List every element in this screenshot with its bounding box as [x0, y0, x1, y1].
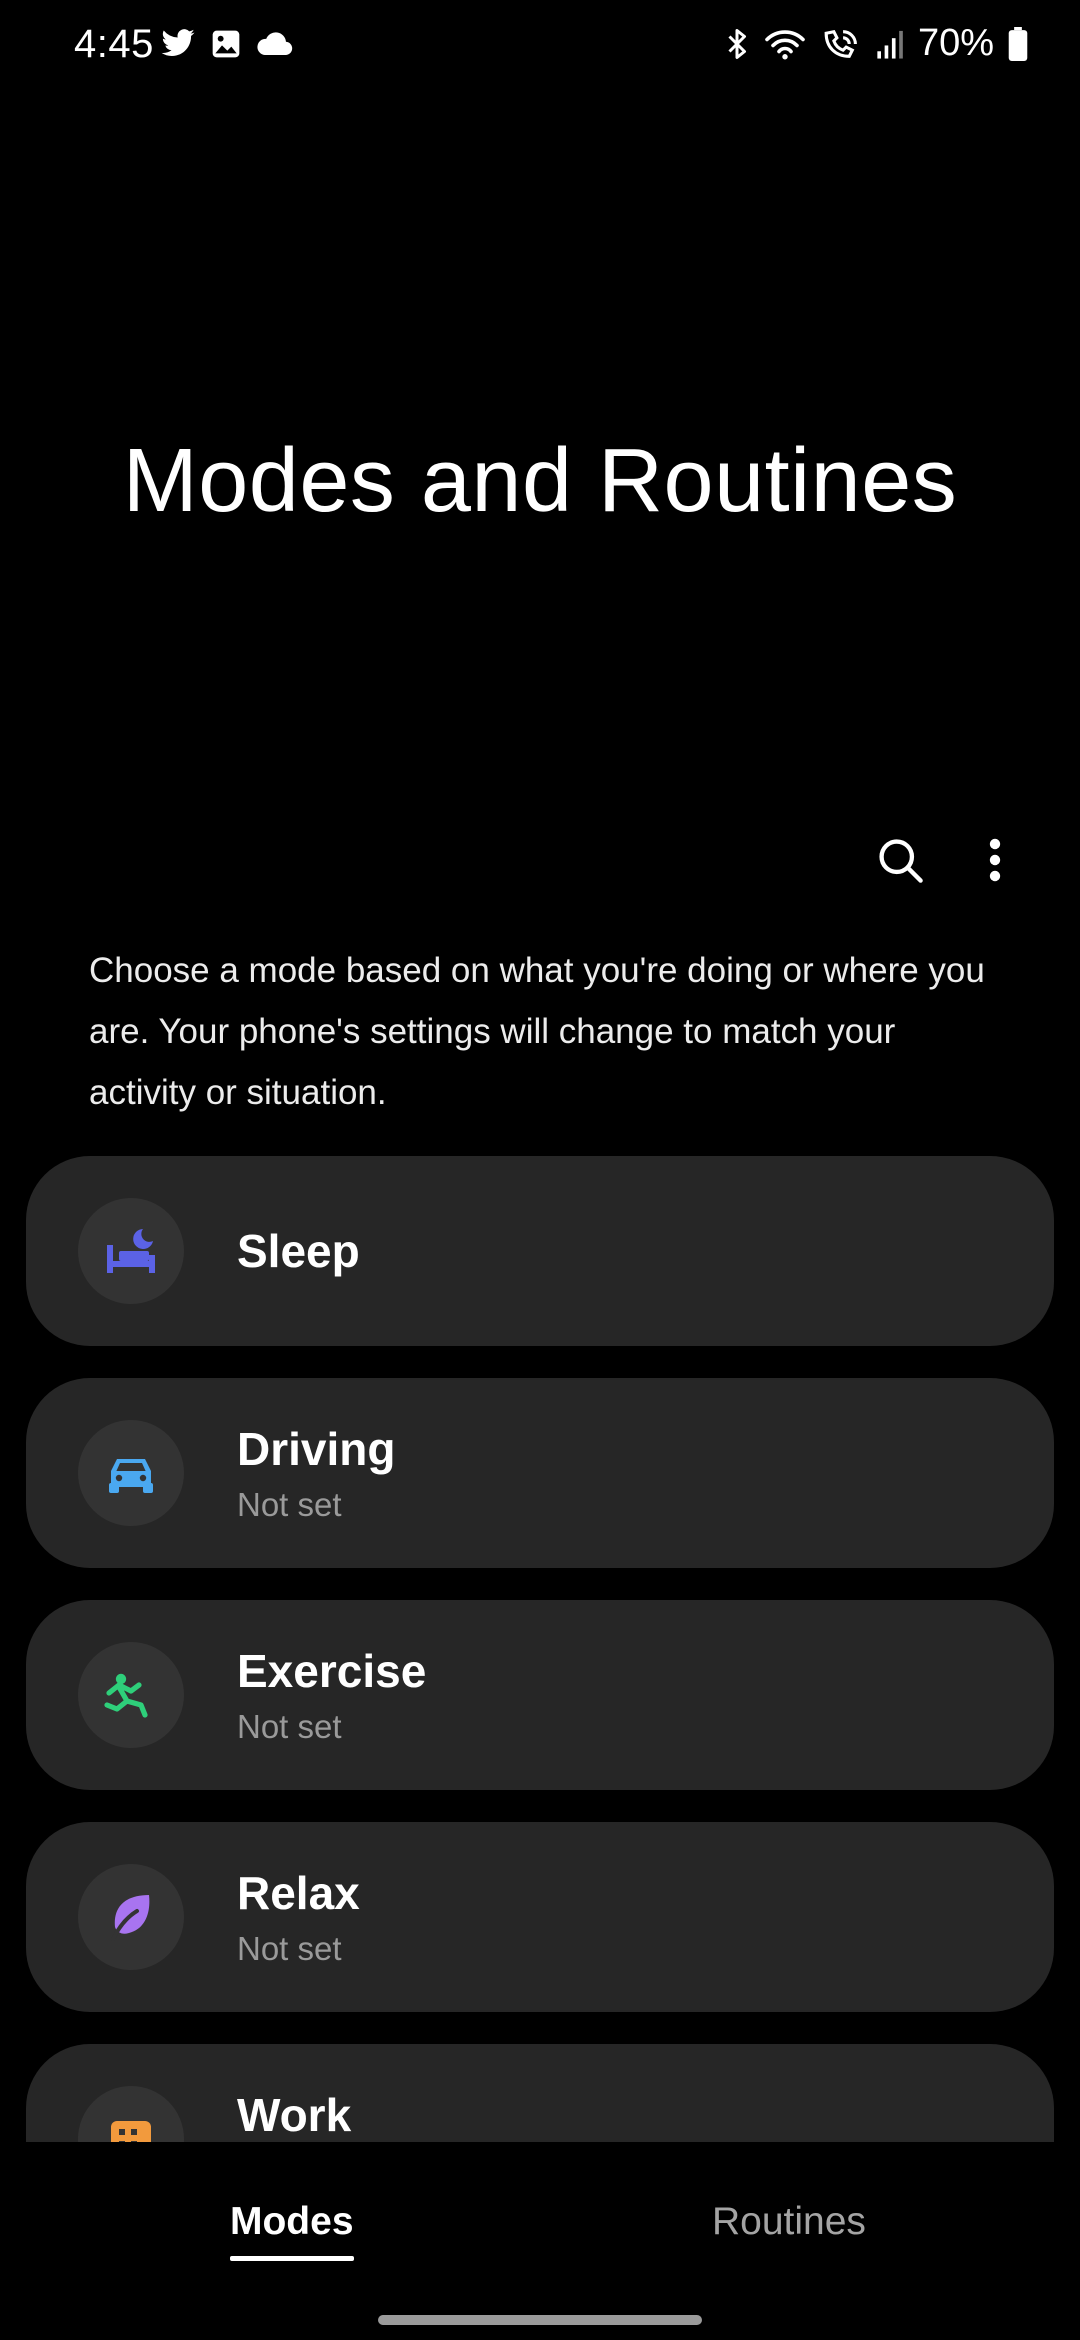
status-bar: 4:45 70% — [0, 0, 1080, 96]
car-icon — [109, 1459, 153, 1493]
wifi-icon — [764, 27, 806, 61]
mode-label: Relax — [237, 1867, 360, 1919]
tab-routines[interactable]: Routines — [712, 2200, 866, 2244]
battery-icon — [1008, 26, 1028, 61]
twitter-icon — [160, 28, 196, 60]
mode-label: Sleep — [237, 1225, 360, 1277]
mode-icon-circle — [78, 1420, 184, 1526]
tab-selected-indicator — [230, 2256, 354, 2261]
bluetooth-icon — [724, 26, 750, 62]
bed-moon-icon — [107, 1229, 155, 1273]
bottom-tab-bar: Modes Routines — [0, 2170, 1080, 2280]
modes-list: Sleep Driving Not set Exercise Not set R… — [0, 1156, 1080, 2142]
battery-percentage: 70% — [917, 22, 994, 64]
mode-label: Exercise — [237, 1645, 427, 1697]
building-icon — [111, 2121, 151, 2142]
mode-status: Not set — [237, 1708, 342, 1745]
tab-modes[interactable]: Modes — [230, 2200, 354, 2261]
mode-card-driving[interactable]: Driving Not set — [26, 1378, 1054, 1568]
wifi-calling-icon — [820, 27, 860, 61]
mode-card-sleep[interactable]: Sleep — [26, 1156, 1054, 1346]
mode-card-relax[interactable]: Relax Not set — [26, 1822, 1054, 2012]
leaf-icon — [111, 1895, 150, 1941]
search-icon — [879, 839, 923, 883]
running-icon — [104, 1673, 148, 1718]
signal-icon — [874, 28, 904, 60]
more-options-icon — [989, 838, 1001, 882]
tab-modes-label: Modes — [230, 2200, 354, 2243]
mode-icon-circle — [78, 1864, 184, 1970]
home-gesture-bar[interactable] — [378, 2315, 702, 2325]
mode-label: Work — [237, 2089, 352, 2141]
mode-label: Driving — [237, 1423, 396, 1475]
status-notification-icons — [160, 28, 294, 60]
mode-status: Not set — [237, 1930, 342, 1967]
search-button[interactable] — [870, 830, 930, 890]
mode-status: Not set — [237, 1486, 342, 1523]
mode-icon-circle — [78, 1642, 184, 1748]
cloud-icon — [256, 30, 294, 58]
mode-card-work[interactable]: Work — [26, 2044, 1054, 2142]
more-options-button[interactable] — [965, 830, 1025, 890]
mode-icon-circle — [78, 2086, 184, 2142]
mode-icon-circle — [78, 1198, 184, 1304]
page-title: Modes and Routines — [122, 431, 958, 531]
tab-routines-label: Routines — [712, 2200, 866, 2243]
modes-description: Choose a mode based on what you're doing… — [89, 951, 985, 1112]
mode-card-exercise[interactable]: Exercise Not set — [26, 1600, 1054, 1790]
status-time: 4:45 — [74, 22, 154, 66]
status-system-icons: 70% — [724, 22, 1028, 65]
gallery-icon — [210, 28, 242, 60]
